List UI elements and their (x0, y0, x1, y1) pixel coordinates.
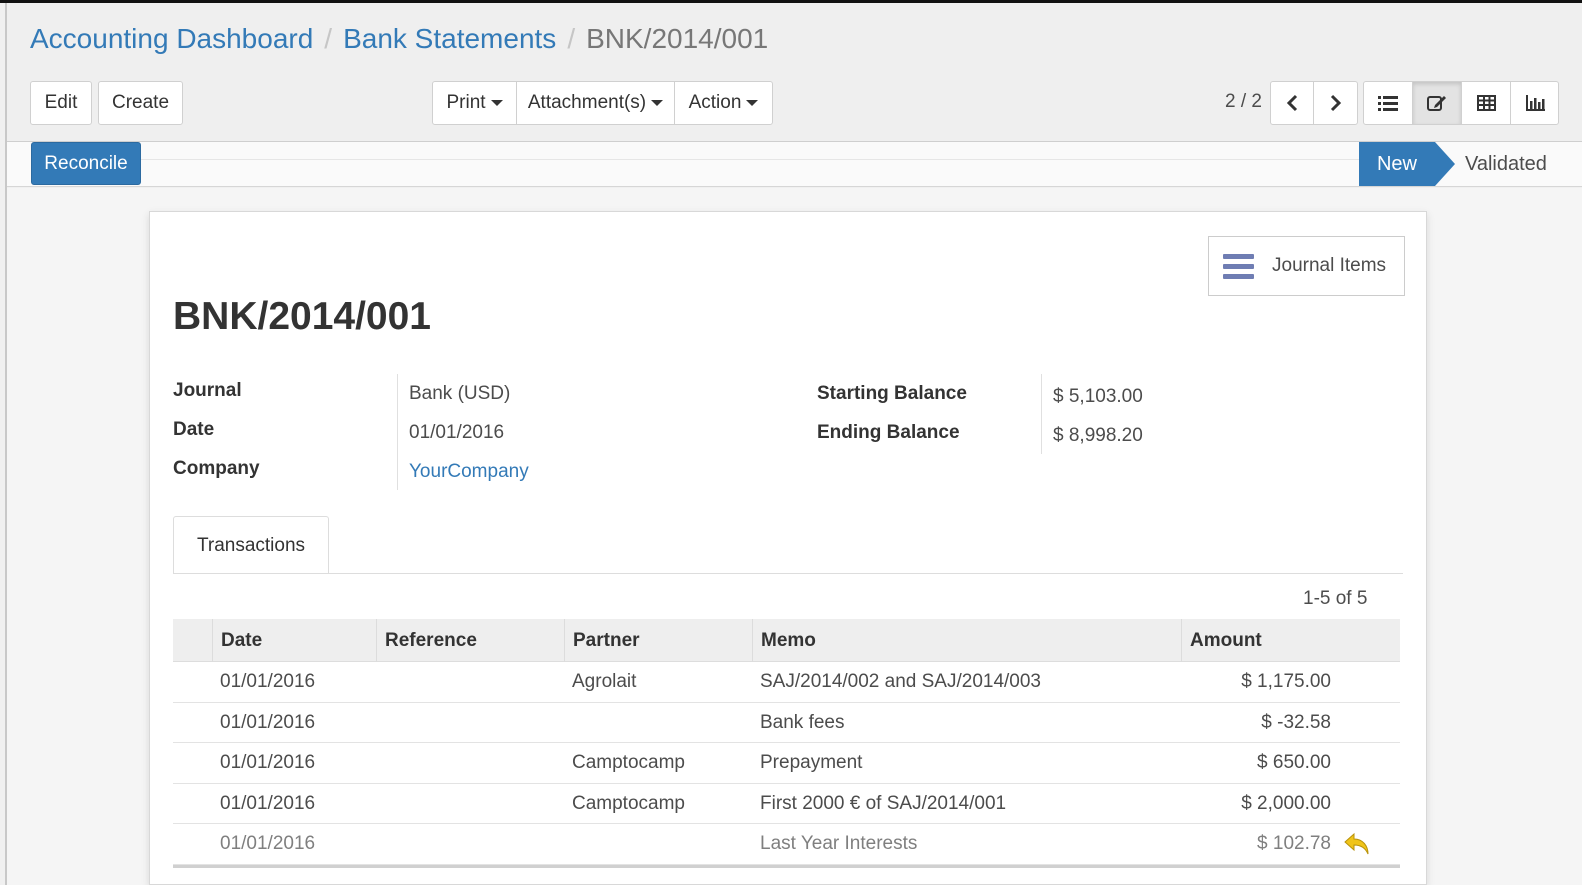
table-icon (1476, 95, 1496, 111)
sidebar-dropdowns: Print Attachment(s) Action (432, 81, 773, 125)
edit-button[interactable]: Edit (30, 81, 92, 125)
list-view-button[interactable] (1364, 82, 1413, 124)
control-panel: Accounting Dashboard / Bank Statements / BNK… (7, 3, 1582, 142)
transactions-table: Date Reference Partner Memo Amount 01/01… (173, 619, 1400, 868)
pager-value[interactable]: 2 / 2 (1225, 91, 1262, 113)
starting-balance-value: $ 5,103.00 (1053, 386, 1143, 407)
cell-partner: Agrolait (572, 671, 637, 692)
field-separator (397, 374, 398, 490)
table-row[interactable]: 01/01/2016 Last Year Interests $ 102.78 (173, 824, 1400, 865)
cell-partner: Camptocamp (572, 752, 685, 774)
tab-transactions[interactable]: Transactions (173, 516, 329, 574)
statusbar: Reconcile New Validated (7, 142, 1582, 187)
ending-balance-label: Ending Balance (817, 422, 960, 443)
statusbar-divider (140, 159, 1360, 160)
breadcrumb-current: BNK/2014/001 (586, 23, 769, 54)
date-label: Date (173, 419, 215, 440)
cell-date: 01/01/2016 (220, 671, 316, 692)
cell-memo: SAJ/2014/002 and SAJ/2014/003 (760, 671, 1042, 692)
breadcrumb-bank-statements[interactable]: Bank Statements (343, 23, 556, 54)
cell-date: 01/01/2016 (220, 752, 316, 774)
table-row[interactable]: 01/01/2016 Camptocamp First 2000 € of SA… (173, 784, 1400, 825)
journal-items-label: Journal Items (1272, 255, 1387, 276)
status-validated[interactable]: Validated (1465, 142, 1547, 186)
graph-view-button[interactable] (1511, 82, 1558, 124)
view-switcher (1363, 81, 1559, 125)
status-arrow (1435, 142, 1455, 186)
bar-chart-icon (1525, 95, 1545, 111)
breadcrumb-separator: / (324, 23, 333, 54)
pager-buttons (1270, 81, 1358, 125)
journal-value: Bank (USD) (409, 383, 511, 404)
attachments-dropdown[interactable]: Attachment(s) (517, 82, 675, 124)
table-row[interactable]: 01/01/2016 Bank fees $ -32.58 (173, 703, 1400, 744)
cell-memo: Prepayment (760, 752, 863, 774)
cell-amount: $ 650.00 (1257, 752, 1331, 774)
table-footer (173, 864, 1400, 868)
cell-memo: Bank fees (760, 711, 845, 733)
form-sheet: Journal Items BNK/2014/001 Journal Date … (149, 211, 1427, 885)
journal-items-button[interactable]: Journal Items (1208, 236, 1405, 296)
breadcrumb-separator: / (567, 23, 576, 54)
reconcile-button[interactable]: Reconcile (31, 142, 141, 185)
date-value: 01/01/2016 (409, 422, 505, 443)
cell-memo: Last Year Interests (760, 833, 918, 855)
cell-amount: $ -32.58 (1261, 711, 1331, 733)
column-reference[interactable]: Reference (376, 619, 564, 662)
tab-divider (173, 573, 1403, 574)
list-pager[interactable]: 1-5 of 5 (1303, 588, 1367, 610)
attachments-label: Attachment(s) (527, 92, 647, 113)
cell-amount: $ 2,000.00 (1241, 792, 1331, 814)
action-dropdown[interactable]: Action (675, 82, 772, 124)
pivot-view-button[interactable] (1462, 82, 1511, 124)
action-label: Action (688, 92, 742, 113)
reply-icon[interactable] (1343, 832, 1371, 856)
cell-date: 01/01/2016 (220, 792, 316, 814)
caret-down-icon (651, 100, 664, 106)
cell-amount: $ 1,175.00 (1241, 671, 1331, 692)
pager-next-button[interactable] (1314, 82, 1357, 124)
starting-balance-label: Starting Balance (817, 383, 967, 404)
breadcrumb: Accounting Dashboard / Bank Statements / BNK… (30, 23, 768, 55)
table-header: Date Reference Partner Memo Amount (173, 619, 1400, 662)
chevron-left-icon (1286, 94, 1298, 112)
edit-icon (1427, 96, 1446, 111)
record-title: BNK/2014/001 (173, 295, 431, 338)
list-icon (1378, 96, 1398, 111)
column-date[interactable]: Date (212, 619, 376, 662)
cell-memo: First 2000 € of SAJ/2014/001 (760, 792, 1007, 814)
table-row[interactable]: 01/01/2016 Camptocamp Prepayment $ 650.0… (173, 743, 1400, 784)
table-row[interactable]: 01/01/2016 Agrolait SAJ/2014/002 and SAJ… (173, 662, 1400, 703)
caret-down-icon (490, 100, 503, 106)
print-label: Print (446, 92, 486, 113)
breadcrumb-accounting-dashboard[interactable]: Accounting Dashboard (30, 23, 313, 54)
field-separator (1041, 374, 1042, 454)
cell-partner: Camptocamp (572, 792, 685, 814)
create-button[interactable]: Create (98, 81, 183, 125)
column-memo[interactable]: Memo (752, 619, 1181, 662)
chevron-right-icon (1330, 94, 1341, 112)
status-new[interactable]: New (1359, 142, 1435, 186)
column-partner[interactable]: Partner (564, 619, 752, 662)
cell-date: 01/01/2016 (220, 711, 316, 733)
cell-amount: $ 102.78 (1257, 833, 1331, 855)
company-label: Company (173, 458, 260, 479)
cell-date: 01/01/2016 (220, 833, 316, 855)
print-dropdown[interactable]: Print (433, 82, 517, 124)
journal-label: Journal (173, 380, 242, 401)
caret-down-icon (746, 100, 759, 106)
bars-icon (1223, 253, 1254, 279)
form-view-button[interactable] (1413, 82, 1462, 124)
pager-previous-button[interactable] (1271, 82, 1314, 124)
column-amount[interactable]: Amount (1181, 619, 1400, 662)
ending-balance-value: $ 8,998.20 (1053, 425, 1143, 446)
company-link[interactable]: YourCompany (409, 461, 529, 483)
